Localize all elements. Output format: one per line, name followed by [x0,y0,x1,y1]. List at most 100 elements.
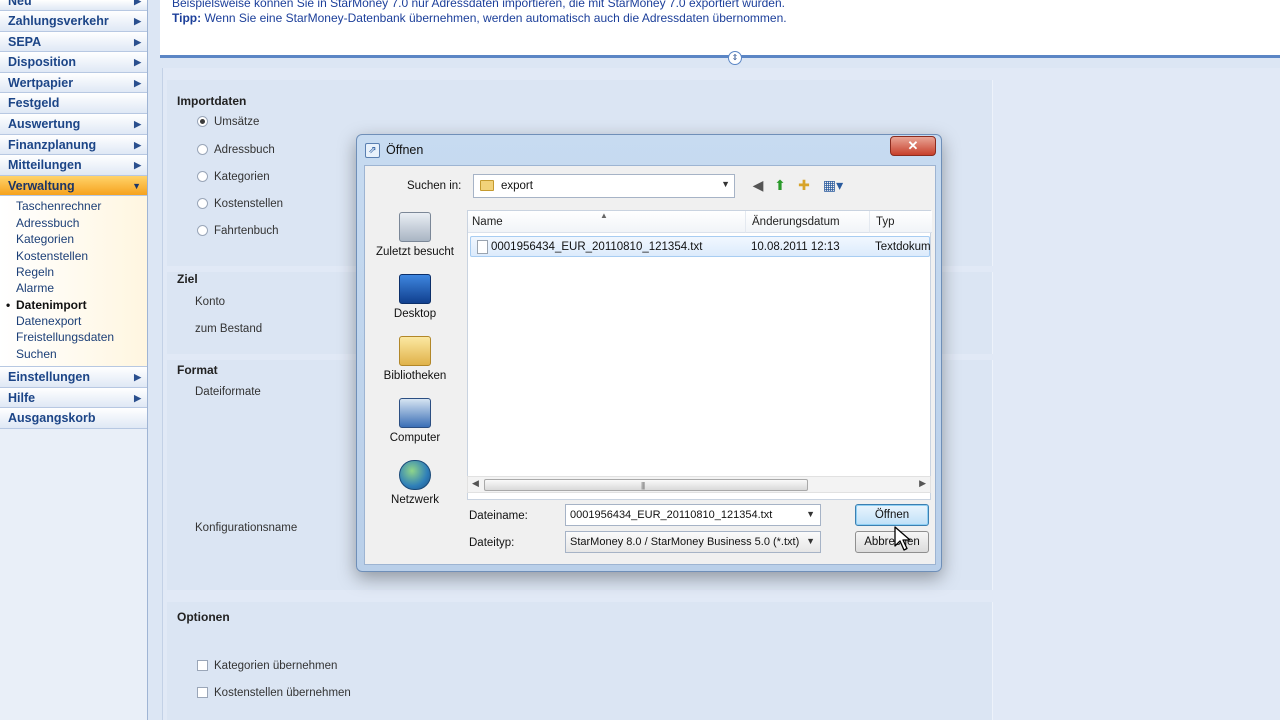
checkbox-icon[interactable] [197,687,208,698]
file-list[interactable]: Name ▲ Änderungsdatum Typ 0001956434_EUR_… [467,210,932,500]
column-header-name[interactable]: Name ▲ [468,211,746,233]
radio-kostenstellen[interactable]: Kostenstellen [197,198,283,210]
place-label: Zuletzt besucht [376,246,454,258]
sub-item-adressbuch[interactable]: Adressbuch [0,215,147,231]
file-name: 0001956434_EUR_20110810_121354.txt [491,241,703,253]
place-network[interactable]: Netzwerk [369,460,461,506]
chevron-right-icon: ▶ [134,0,141,6]
sub-item-taschenrechner[interactable]: Taschenrechner [0,198,147,214]
network-icon [399,460,431,490]
sub-item-regeln[interactable]: Regeln [0,264,147,280]
nav-item-mitteilungen[interactable]: Mitteilungen ▶ [0,155,147,176]
cancel-button[interactable]: Abbrechen [855,531,929,553]
chevron-down-icon[interactable]: ▼ [806,509,815,519]
place-recent[interactable]: Zuletzt besucht [369,212,461,258]
info-panel: Beispielsweise können Sie in StarMoney 7… [160,0,1280,58]
splitter-handle-icon[interactable]: ⇕ [728,51,742,65]
nav-label: Finanzplanung [8,137,97,152]
close-button[interactable]: ✕ [890,136,936,156]
computer-icon [399,398,431,428]
scroll-thumb[interactable]: ||| [484,479,808,491]
nav-label: Auswertung [8,116,81,131]
nav-item-ausgangskorb[interactable]: Ausgangskorb [0,408,147,430]
nav-item-einstellungen[interactable]: Einstellungen ▶ [0,367,147,388]
file-row[interactable]: 0001956434_EUR_20110810_121354.txt 10.08… [470,236,931,257]
radio-fahrtenbuch[interactable]: Fahrtenbuch [197,225,279,237]
nav-label: Einstellungen [8,370,90,385]
sub-item-kostenstellen[interactable]: Kostenstellen [0,248,147,264]
filename-input[interactable]: 0001956434_EUR_20110810_121354.txt ▼ [565,504,821,526]
radio-icon[interactable] [197,225,208,236]
tip-body: Wenn Sie eine StarMoney-Datenbank überne… [201,11,787,25]
place-label: Desktop [393,308,437,320]
sub-item-suchen[interactable]: Suchen [0,346,147,362]
scroll-left-icon[interactable]: ◀ [472,478,479,489]
horizontal-scrollbar[interactable]: ◀ ||| ▶ [467,476,931,493]
radio-kategorien[interactable]: Kategorien [197,171,270,183]
place-computer[interactable]: Computer [369,398,461,444]
sub-item-datenexport[interactable]: Datenexport [0,313,147,329]
radio-icon[interactable] [197,171,208,182]
up-folder-icon[interactable]: ⬆ [771,176,789,194]
nav-item-festgeld[interactable]: Festgeld [0,93,147,114]
radio-adressbuch[interactable]: Adressbuch [197,144,275,156]
chevron-right-icon: ▶ [134,36,141,47]
place-libraries[interactable]: Bibliotheken [369,336,461,382]
sub-item-kategorien[interactable]: Kategorien [0,231,147,247]
radio-checked-icon[interactable] [197,116,208,127]
lookin-combo[interactable]: export ▼ [473,174,735,198]
importdaten-title: Importdaten [177,94,247,108]
nav-item-verwaltung[interactable]: Verwaltung ▼ [0,175,147,197]
back-icon[interactable]: ◀ [749,176,767,194]
radio-umsaetze[interactable]: Umsätze [197,116,259,128]
ziel-title: Ziel [177,272,198,286]
dialog-titlebar[interactable]: ⇗ Öffnen ✕ [357,135,941,165]
nav-item-hilfe[interactable]: Hilfe ▶ [0,387,147,409]
tip-label: Tipp: [172,11,202,25]
nav-item-zahlungsverkehr[interactable]: Zahlungsverkehr ▶ [0,11,147,32]
nav-label: Festgeld [8,96,60,111]
dialog-title: Öffnen [386,143,424,157]
nav-item-finanzplanung[interactable]: Finanzplanung ▶ [0,134,147,156]
konfigurationsname-label: Konfigurationsname [195,522,298,534]
radio-icon[interactable] [197,198,208,209]
nav-label: Wertpapier [8,75,74,90]
nav-label: Neu [8,0,32,8]
file-type: Textdokument [875,241,931,253]
nav-item-neu[interactable]: Neu ▶ [0,0,147,11]
checkbox-label: Kategorien übernehmen [214,660,338,672]
nav-label: Disposition [8,55,77,70]
checkbox-icon[interactable] [197,660,208,671]
konto-label: Konto [195,296,226,308]
info-text: Beispielsweise können Sie in StarMoney 7… [172,0,785,10]
check-kategorien-uebernehmen[interactable]: Kategorien übernehmen [197,660,337,672]
view-menu-icon[interactable]: ▦▾ [819,176,847,194]
check-kostenstellen-uebernehmen[interactable]: Kostenstellen übernehmen [197,687,351,699]
radio-label: Kategorien [214,171,270,183]
column-header-type[interactable]: Typ [870,211,932,233]
sub-item-freistellungsdaten[interactable]: Freistellungsdaten [0,329,147,345]
nav-item-sepa[interactable]: SEPA ▶ [0,31,147,53]
sub-item-datenimport[interactable]: Datenimport [0,297,147,313]
radio-label: Fahrtenbuch [214,225,279,237]
place-desktop[interactable]: Desktop [369,274,461,320]
new-folder-icon[interactable]: ✚ [795,176,813,194]
filetype-label: Dateityp: [469,537,515,549]
chevron-down-icon[interactable]: ▼ [721,179,730,189]
chevron-down-icon[interactable]: ▼ [806,536,815,546]
filename-label: Dateiname: [469,510,528,522]
radio-icon[interactable] [197,144,208,155]
scroll-right-icon[interactable]: ▶ [919,478,926,489]
column-header-date[interactable]: Änderungsdatum [746,211,870,233]
chevron-right-icon: ▶ [134,57,141,68]
radio-label: Adressbuch [214,144,275,156]
nav-label: Mitteilungen [8,158,82,173]
nav-item-auswertung[interactable]: Auswertung ▶ [0,113,147,135]
nav-item-disposition[interactable]: Disposition ▶ [0,52,147,73]
nav-item-wertpapier[interactable]: Wertpapier ▶ [0,72,147,94]
open-button[interactable]: Öffnen [855,504,929,526]
chevron-right-icon: ▶ [134,160,141,171]
nav-label: Hilfe [8,390,36,405]
sub-item-alarme[interactable]: Alarme [0,280,147,296]
filetype-select[interactable]: StarMoney 8.0 / StarMoney Business 5.0 (… [565,531,821,553]
